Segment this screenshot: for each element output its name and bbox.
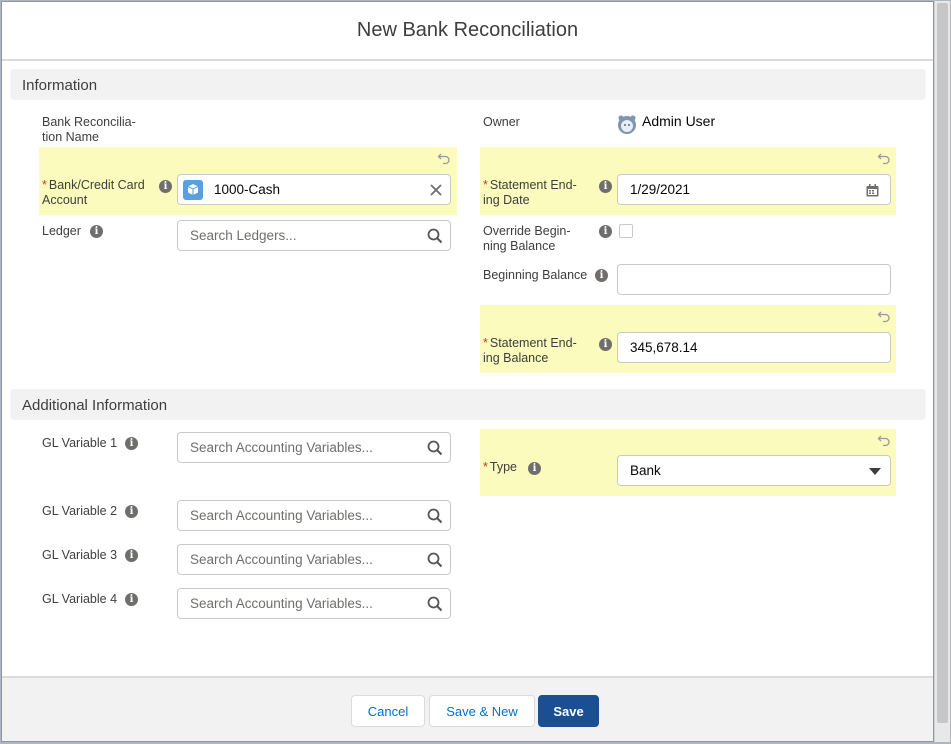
undo-icon[interactable] xyxy=(877,433,891,447)
statement-balance-label-line2: ing Balance xyxy=(483,351,549,365)
required-marker: * xyxy=(42,178,47,192)
user-avatar-icon xyxy=(618,115,636,134)
undo-icon[interactable] xyxy=(877,151,891,165)
beginning-balance-label: Beginning Balance xyxy=(483,268,588,282)
statement-date-label-text: Statement End- xyxy=(489,178,577,192)
scrollbar-thumb[interactable] xyxy=(937,3,948,723)
info-icon[interactable]: i xyxy=(528,462,541,475)
beginning-balance-input[interactable] xyxy=(617,264,891,295)
override-balance-label-line1: Override Begin- xyxy=(483,224,571,238)
modal-footer: Cancel Save & New Save xyxy=(2,676,933,741)
info-icon[interactable]: i xyxy=(159,180,172,193)
override-balance-checkbox[interactable] xyxy=(619,224,633,238)
info-icon[interactable]: i xyxy=(599,180,612,193)
info-icon[interactable]: i xyxy=(125,549,138,562)
statement-balance-label: * Statement End- ing Balance xyxy=(483,336,577,366)
info-icon[interactable]: i xyxy=(125,437,138,450)
save-and-new-button[interactable]: Save & New xyxy=(429,695,535,727)
bank-account-label-line2: Account xyxy=(42,193,88,207)
required-marker: * xyxy=(483,178,488,192)
gl-variable-2-label: GL Variable 2 xyxy=(42,504,118,518)
modal: New Bank Reconciliation Information Bank… xyxy=(1,1,934,742)
info-icon[interactable]: i xyxy=(595,269,608,282)
section-title: Additional Information xyxy=(22,397,168,414)
scrollbar[interactable] xyxy=(934,1,950,742)
info-icon[interactable]: i xyxy=(125,505,138,518)
bank-account-label-text: Bank/Credit Card xyxy=(48,178,145,192)
ledger-label: Ledger xyxy=(42,224,81,238)
search-icon xyxy=(427,228,443,244)
statement-date-label-line1: * Statement End- xyxy=(483,178,577,193)
modal-title: New Bank Reconciliation xyxy=(356,19,579,41)
type-select[interactable]: Bank xyxy=(617,455,891,486)
chevron-down-icon xyxy=(869,468,881,475)
calendar-icon[interactable] xyxy=(866,184,879,197)
save-button[interactable]: Save xyxy=(538,695,599,727)
info-icon[interactable]: i xyxy=(125,593,138,606)
required-marker: * xyxy=(483,336,488,350)
statement-balance-input[interactable]: 345,678.14 xyxy=(617,332,891,363)
modal-header: New Bank Reconciliation xyxy=(2,2,933,61)
owner-label: Owner xyxy=(483,115,520,129)
undo-icon[interactable] xyxy=(437,151,451,165)
gl-variable-3-placeholder: Search Accounting Variables... xyxy=(190,552,373,567)
gl-variable-4-search-input[interactable]: Search Accounting Variables... xyxy=(177,588,451,619)
search-icon xyxy=(427,596,443,612)
bank-account-label: * Bank/Credit Card Account xyxy=(42,178,145,208)
required-marker: * xyxy=(483,460,488,474)
name-label: Bank Reconcilia- tion Name xyxy=(42,115,136,145)
info-icon[interactable]: i xyxy=(599,225,612,238)
statement-date-label-line2: ing Date xyxy=(483,193,530,207)
gl-variable-2-search-input[interactable]: Search Accounting Variables... xyxy=(177,500,451,531)
gl-variable-3-search-input[interactable]: Search Accounting Variables... xyxy=(177,544,451,575)
gl-variable-4-label: GL Variable 4 xyxy=(42,592,118,606)
gl-variable-1-label: GL Variable 1 xyxy=(42,436,118,450)
statement-date-value: 1/29/2021 xyxy=(630,182,691,197)
search-icon xyxy=(427,552,443,568)
ledger-search-input[interactable]: Search Ledgers... xyxy=(177,220,451,251)
gl-variable-1-search-input[interactable]: Search Accounting Variables... xyxy=(177,432,451,463)
bank-account-icon xyxy=(183,180,203,200)
statement-date-input[interactable]: 1/29/2021 xyxy=(617,174,891,205)
gl-variable-2-placeholder: Search Accounting Variables... xyxy=(190,508,373,523)
clear-icon[interactable] xyxy=(430,184,442,196)
info-icon[interactable]: i xyxy=(90,225,103,238)
statement-balance-value: 345,678.14 xyxy=(630,340,698,355)
gl-variable-1-placeholder: Search Accounting Variables... xyxy=(190,440,373,455)
type-label: * Type xyxy=(483,460,517,475)
cancel-button[interactable]: Cancel xyxy=(351,695,425,727)
section-header-information[interactable]: Information xyxy=(10,69,926,100)
override-balance-label: Override Begin- ning Balance xyxy=(483,224,571,254)
gl-variable-4-placeholder: Search Accounting Variables... xyxy=(190,596,373,611)
info-icon[interactable]: i xyxy=(599,338,612,351)
statement-balance-label-text: Statement End- xyxy=(489,336,577,350)
owner-value: Admin User xyxy=(642,113,716,129)
statement-date-label: * Statement End- ing Date xyxy=(483,178,577,208)
bank-account-value: 1000-Cash xyxy=(214,182,281,197)
name-label-line1: Bank Reconcilia- xyxy=(42,115,136,129)
type-value: Bank xyxy=(630,463,661,478)
override-balance-label-line2: ning Balance xyxy=(483,239,556,253)
statement-balance-label-line1: * Statement End- xyxy=(483,336,577,351)
ledger-placeholder: Search Ledgers... xyxy=(190,228,297,243)
name-label-line2: tion Name xyxy=(42,130,99,144)
bank-account-label-line1: * Bank/Credit Card xyxy=(42,178,145,193)
section-title: Information xyxy=(22,77,98,94)
section-header-additional-information[interactable]: Additional Information xyxy=(10,389,926,420)
undo-icon[interactable] xyxy=(877,309,891,323)
type-label-text: Type xyxy=(489,460,517,474)
search-icon xyxy=(427,508,443,524)
bank-account-lookup[interactable]: 1000-Cash xyxy=(177,174,451,205)
search-icon xyxy=(427,440,443,456)
gl-variable-3-label: GL Variable 3 xyxy=(42,548,118,562)
